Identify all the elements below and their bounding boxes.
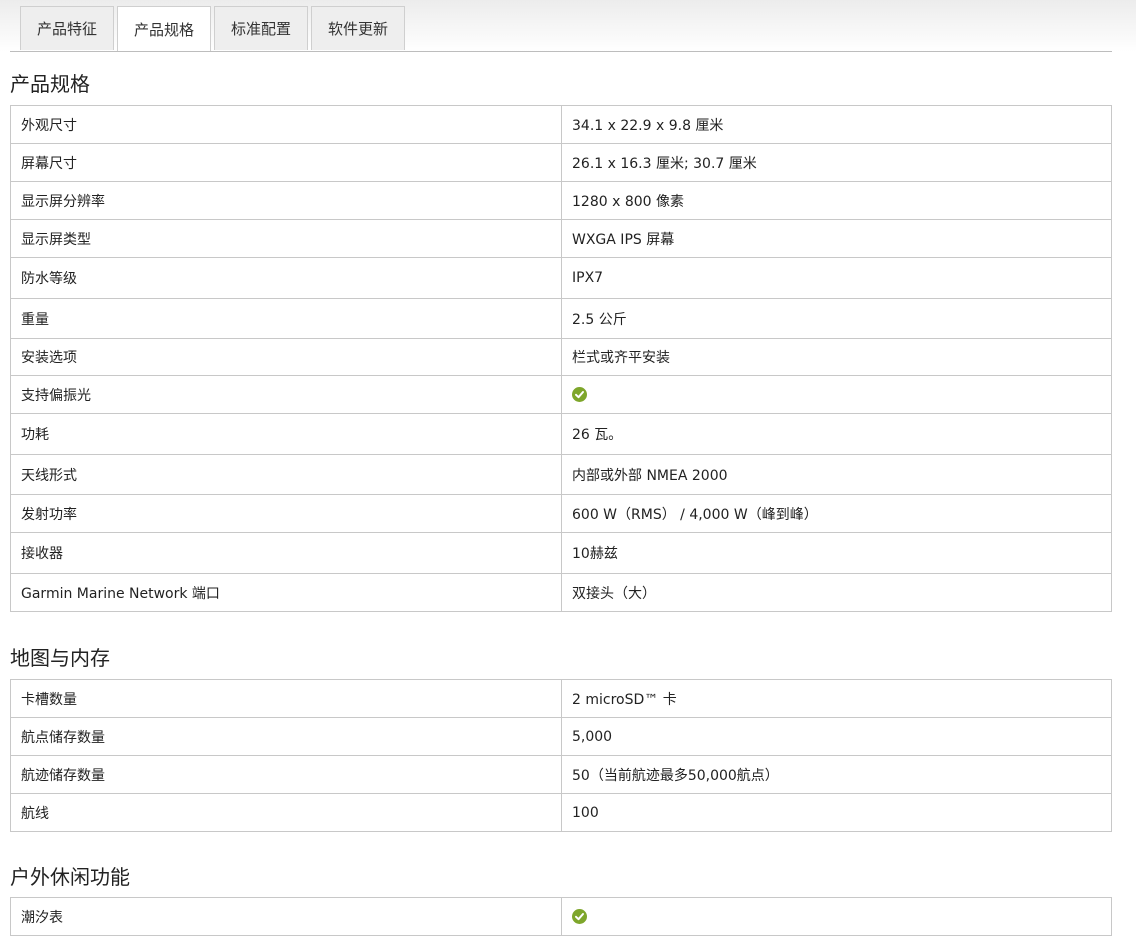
page: 产品特征 产品规格 标准配置 软件更新 产品规格外观尺寸 34.1 x 22.9 … xyxy=(0,0,1136,946)
spec-value: 2 microSD™ 卡 xyxy=(561,679,1112,718)
tab-specs[interactable]: 产品规格 xyxy=(117,6,212,52)
spec-value: 600 W（RMS） / 4,000 W（峰到峰） xyxy=(561,494,1112,533)
table-row: 天线形式 内部或外部 NMEA 2000 xyxy=(10,454,1112,495)
spec-value xyxy=(561,897,1112,936)
tab-label: 软件更新 xyxy=(328,20,389,38)
spec-label: 航线 xyxy=(10,793,562,832)
tabs: 产品特征 产品规格 标准配置 软件更新 xyxy=(20,6,406,52)
spec-label: Garmin Marine Network 端口 xyxy=(10,573,562,612)
tab-bar: 产品特征 产品规格 标准配置 软件更新 xyxy=(0,0,1136,52)
spec-value: 26 瓦。 xyxy=(561,413,1112,455)
spec-label: 发射功率 xyxy=(10,494,562,533)
spec-label: 功耗 xyxy=(10,413,562,455)
tab-software-updates[interactable]: 软件更新 xyxy=(311,6,406,50)
spec-value: 26.1 x 16.3 厘米; 30.7 厘米 xyxy=(561,143,1112,182)
section-title: 地图与内存 xyxy=(10,646,110,670)
tab-label: 标准配置 xyxy=(231,20,292,38)
spec-table: 外观尺寸 34.1 x 22.9 x 9.8 厘米 屏幕尺寸 26.1 x 16.3 … xyxy=(10,105,1112,612)
table-row: 外观尺寸 34.1 x 22.9 x 9.8 厘米 xyxy=(10,105,1112,144)
table-row: 重量 2.5 公斤 xyxy=(10,298,1112,339)
tab-label: 产品规格 xyxy=(134,21,195,39)
spec-value xyxy=(561,375,1112,414)
table-row: 显示屏分辨率 1280 x 800 像素 xyxy=(10,181,1112,220)
spec-label: 防水等级 xyxy=(10,257,562,299)
tab-features[interactable]: 产品特征 xyxy=(20,6,115,50)
spec-label: 接收器 xyxy=(10,532,562,574)
spec-label: 航点储存数量 xyxy=(10,717,562,756)
table-row: 卡槽数量 2 microSD™ 卡 xyxy=(10,679,1112,718)
table-row: 航点储存数量 5,000 xyxy=(10,717,1112,756)
spec-value: 栏式或齐平安装 xyxy=(561,338,1112,376)
table-row: 接收器 10赫兹 xyxy=(10,532,1112,574)
spec-value: 1280 x 800 像素 xyxy=(561,181,1112,220)
section-title: 产品规格 xyxy=(10,72,90,96)
spec-label: 天线形式 xyxy=(10,454,562,495)
table-row: 显示屏类型 WXGA IPS 屏幕 xyxy=(10,219,1112,258)
spec-label: 安装选项 xyxy=(10,338,562,376)
table-row: 发射功率 600 W（RMS） / 4,000 W（峰到峰） xyxy=(10,494,1112,533)
spec-label: 卡槽数量 xyxy=(10,679,562,718)
spec-label: 屏幕尺寸 xyxy=(10,143,562,182)
spec-label: 显示屏类型 xyxy=(10,219,562,258)
tab-divider xyxy=(10,51,1112,52)
spec-value: 双接头（大） xyxy=(561,573,1112,612)
table-row: 航线 100 xyxy=(10,793,1112,832)
spec-value: 10赫兹 xyxy=(561,532,1112,574)
table-row: 支持偏振光 xyxy=(10,375,1112,414)
table-row: 功耗 26 瓦。 xyxy=(10,413,1112,455)
spec-label: 航迹储存数量 xyxy=(10,755,562,794)
spec-label: 显示屏分辨率 xyxy=(10,181,562,220)
section-title: 户外休闲功能 xyxy=(10,865,130,889)
spec-value: 100 xyxy=(561,793,1112,832)
spec-value: 2.5 公斤 xyxy=(561,298,1112,339)
spec-label: 支持偏振光 xyxy=(10,375,562,414)
spec-table: 潮汐表 xyxy=(10,897,1112,936)
table-row: 屏幕尺寸 26.1 x 16.3 厘米; 30.7 厘米 xyxy=(10,143,1112,182)
spec-value: IPX7 xyxy=(561,257,1112,299)
check-icon xyxy=(572,909,587,924)
table-row: Garmin Marine Network 端口 双接头（大） xyxy=(10,573,1112,612)
spec-value: 34.1 x 22.9 x 9.8 厘米 xyxy=(561,105,1112,144)
spec-value: 50（当前航迹最多50,000航点） xyxy=(561,755,1112,794)
spec-value: 内部或外部 NMEA 2000 xyxy=(561,454,1112,495)
table-row: 防水等级 IPX7 xyxy=(10,257,1112,299)
check-icon xyxy=(572,387,587,402)
spec-table: 卡槽数量 2 microSD™ 卡航点储存数量 5,000 航迹储存数量 50（当前航迹… xyxy=(10,679,1112,832)
spec-label: 潮汐表 xyxy=(10,897,562,936)
tab-in-the-box[interactable]: 标准配置 xyxy=(214,6,309,50)
table-row: 航迹储存数量 50（当前航迹最多50,000航点） xyxy=(10,755,1112,794)
spec-label: 外观尺寸 xyxy=(10,105,562,144)
spec-value: WXGA IPS 屏幕 xyxy=(561,219,1112,258)
table-row: 安装选项 栏式或齐平安装 xyxy=(10,338,1112,376)
tab-label: 产品特征 xyxy=(37,20,98,38)
table-row: 潮汐表 xyxy=(10,897,1112,936)
spec-label: 重量 xyxy=(10,298,562,339)
spec-value: 5,000 xyxy=(561,717,1112,756)
